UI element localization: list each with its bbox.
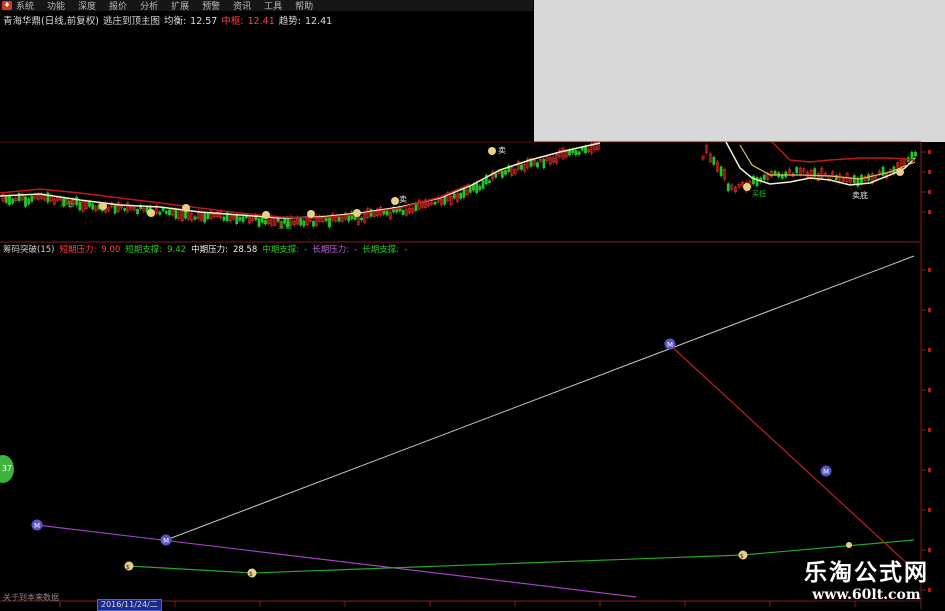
indicator-pane: M M M M $ $ $ xyxy=(0,255,921,607)
mid-pressure-value: 28.58 xyxy=(232,245,258,255)
long-pressure-label: 长期压力: xyxy=(312,245,350,255)
ma-yellow-line-right xyxy=(739,144,916,180)
short-pressure-label: 短期压力: xyxy=(59,245,97,255)
sell-label: 卖 xyxy=(498,146,506,155)
bottom-axis-ticks xyxy=(59,601,856,607)
indicator-legend: 筹码突破(15) 短期压力: 9.00 短期支撑: 9.42 中期压力: 28.58 中期支撑… xyxy=(3,243,412,255)
support-marker: $ xyxy=(738,550,748,560)
chart-canvas[interactable]: 卖 卖 卖底 买低 买低 买低 M M M M $ $ $ xyxy=(0,0,945,609)
sell-low-label: 卖底 xyxy=(852,190,868,200)
long-support-dash: - xyxy=(404,245,408,255)
pressure-marker: M xyxy=(820,465,832,477)
svg-text:$: $ xyxy=(249,571,253,578)
mid-support-dash: - xyxy=(304,245,308,255)
svg-text:M: M xyxy=(163,537,169,545)
mid-pressure-label: 中期压力: xyxy=(191,245,228,255)
pressure-marker: M xyxy=(31,519,43,531)
support-marker: $ xyxy=(124,561,134,571)
pressure-marker: M xyxy=(160,534,172,546)
buy-low-label: 买低 xyxy=(60,199,74,208)
watermark-title: 乐淘公式网 xyxy=(804,560,929,586)
date-cursor: 2016/11/24/二 xyxy=(97,599,162,611)
support-line xyxy=(128,539,915,574)
svg-text:M: M xyxy=(34,522,40,530)
short-support-label: 短期支撑: xyxy=(125,245,163,255)
short-pressure-value: 9.00 xyxy=(101,245,121,255)
svg-text:M: M xyxy=(667,341,673,349)
support-marker: $ xyxy=(247,568,257,578)
long-pressure-dash: - xyxy=(354,245,358,255)
mid-support-label: 中期支撑: xyxy=(262,245,300,255)
resist-line xyxy=(669,344,913,569)
long-support-label: 长期支撑: xyxy=(362,245,400,255)
buy-low-label-2: 买低 xyxy=(752,189,766,198)
mid-pressure-line xyxy=(165,255,915,541)
indicator-name: 筹码突破(15) xyxy=(3,245,55,255)
main-chart: 卖 卖 卖底 买低 买低 买低 xyxy=(0,140,931,609)
short-pressure-line xyxy=(36,524,637,598)
svg-text:M: M xyxy=(823,468,829,476)
buy-low-label-3: 买低 xyxy=(278,221,292,230)
svg-text:$: $ xyxy=(126,564,130,571)
right-axis-ticks xyxy=(921,150,931,592)
watermark: 乐淘公式网 www.60lt.com xyxy=(804,553,929,603)
watermark-url: www.60lt.com xyxy=(812,587,921,603)
short-support-value: 9.42 xyxy=(167,245,187,255)
support-marker xyxy=(846,542,852,548)
bottom-data-label: 关于到本来数据 xyxy=(3,593,59,602)
pressure-marker: M xyxy=(664,338,676,350)
svg-text:$: $ xyxy=(740,553,744,560)
ma-red-line-right xyxy=(771,141,916,163)
candlesticks xyxy=(1,140,917,231)
sell-label-2: 卖 xyxy=(399,195,407,204)
